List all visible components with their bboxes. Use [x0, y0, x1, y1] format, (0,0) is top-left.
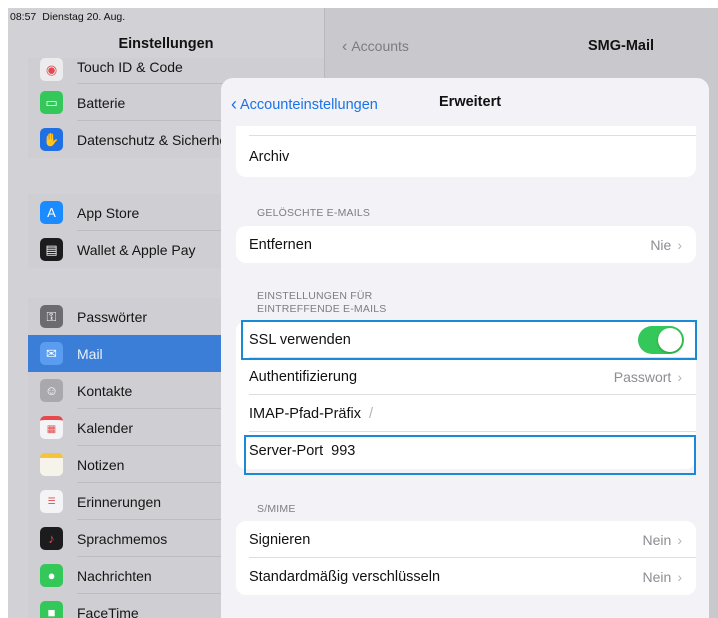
section-header-incoming: EINSTELLUNGEN FÜR EINTREFFENDE E-MAILS	[257, 290, 386, 316]
back-label: Accounts	[351, 38, 409, 54]
sidebar-item-label: Notizen	[77, 456, 125, 473]
sidebar-item-label: Sprachmemos	[77, 530, 168, 547]
status-bar: 08:57 Dienstag 20. Aug.	[8, 8, 718, 28]
incoming-card: SSL verwenden Authentifizierung Passwort…	[236, 321, 696, 469]
server-port-row[interactable]: Server-Port 993	[236, 432, 696, 469]
imap-prefix-field[interactable]: /	[369, 406, 373, 422]
imap-prefix-row[interactable]: IMAP-Pfad-Präfix /	[236, 395, 696, 432]
sidebar-item-label: FaceTime	[77, 604, 139, 618]
status-date: Dienstag 20. Aug.	[42, 11, 126, 23]
chevron-right-icon: ›	[677, 531, 682, 548]
toggle-knob	[658, 328, 682, 352]
deleted-card: Entfernen Nie ›	[236, 226, 696, 263]
server-port-field[interactable]: 993	[331, 443, 355, 459]
key-icon: ⚿	[40, 305, 63, 328]
section-header-smime: S/MIME	[257, 503, 296, 515]
sidebar-item-label: Touch ID & Code	[77, 59, 183, 75]
status-time: 08:57	[10, 11, 37, 23]
ipad-screen: Einstellungen ◉ Touch ID & Code ▭ Batter…	[8, 8, 718, 618]
sidebar-item-label: App Store	[77, 204, 140, 221]
advanced-settings-sheet: ‹ Accounteinstellungen Erweitert Archiv G…	[221, 78, 709, 618]
chevron-right-icon: ›	[677, 236, 682, 253]
contacts-icon: ☺	[40, 379, 63, 402]
server-port-label: Server-Port	[249, 442, 324, 459]
section-header-line: EINTREFFENDE E-MAILS	[257, 303, 387, 315]
mailbox-card: Archiv	[236, 126, 696, 177]
archive-label: Archiv	[249, 148, 290, 165]
calendar-icon: ▦	[40, 416, 63, 439]
detail-title: SMG-Mail	[588, 38, 655, 54]
section-header-deleted: GELÖSCHTE E-MAILS	[257, 207, 371, 219]
sign-label: Signieren	[249, 531, 311, 548]
sidebar-item-label: Mail	[77, 345, 103, 362]
back-label: Accounteinstellungen	[240, 97, 378, 113]
messages-icon: ●	[40, 564, 63, 587]
facetime-icon: ■	[40, 601, 63, 618]
encrypt-label: Standardmäßig verschlüsseln	[249, 568, 441, 585]
sidebar-item-label: Wallet & Apple Pay	[77, 241, 196, 258]
chevron-left-icon: ‹	[231, 94, 237, 114]
divider	[249, 135, 696, 136]
ssl-label: SSL verwenden	[249, 331, 351, 348]
remove-value: Nie	[650, 236, 672, 253]
fingerprint-icon: ◉	[40, 58, 63, 81]
account-settings-back-button[interactable]: ‹ Accounteinstellungen	[231, 94, 378, 115]
hand-icon: ✋	[40, 128, 63, 151]
accounts-back-button[interactable]: ‹ Accounts	[342, 38, 409, 56]
battery-icon: ▭	[40, 91, 63, 114]
section-header-line: EINSTELLUNGEN FÜR	[257, 290, 373, 302]
sidebar-item-label: Passwörter	[77, 308, 148, 325]
sidebar-title: Einstellungen	[118, 36, 214, 52]
sidebar-item-label: Batterie	[77, 94, 126, 111]
notes-icon	[40, 453, 63, 476]
encrypt-value: Nein	[642, 568, 672, 585]
sheet-title: Erweitert	[439, 94, 502, 110]
imap-prefix-label: IMAP-Pfad-Präfix	[249, 405, 361, 422]
list-item	[236, 126, 696, 136]
ssl-toggle[interactable]	[638, 326, 684, 354]
smime-card: Signieren Nein › Standardmäßig verschlüss…	[236, 521, 696, 595]
mail-icon: ✉	[40, 342, 63, 365]
sidebar-item-label: Erinnerungen	[77, 493, 162, 510]
encrypt-row[interactable]: Standardmäßig verschlüsseln Nein ›	[236, 558, 696, 595]
appstore-icon: A	[40, 201, 63, 224]
remove-label: Entfernen	[249, 236, 312, 253]
sidebar-item-label: Datenschutz & Sicherheit	[77, 131, 235, 148]
authentication-row[interactable]: Authentifizierung Passwort ›	[236, 358, 696, 395]
authentication-label: Authentifizierung	[249, 368, 358, 385]
reminders-icon: ☰	[40, 490, 63, 513]
sign-row[interactable]: Signieren Nein ›	[236, 521, 696, 558]
sidebar-item-label: Kalender	[77, 419, 134, 436]
sign-value: Nein	[642, 531, 672, 548]
voice-memo-icon: ♪	[40, 527, 63, 550]
sidebar-item-label: Nachrichten	[77, 567, 152, 584]
remove-row[interactable]: Entfernen Nie ›	[236, 226, 696, 263]
chevron-right-icon: ›	[677, 368, 682, 385]
chevron-right-icon: ›	[677, 568, 682, 585]
chevron-left-icon: ‹	[342, 38, 348, 55]
archive-row[interactable]: Archiv	[236, 138, 696, 175]
wallet-icon: ▤	[40, 238, 63, 261]
ssl-row: SSL verwenden	[236, 321, 696, 358]
authentication-value: Passwort	[613, 368, 672, 385]
sidebar-item-label: Kontakte	[77, 382, 133, 399]
sheet-nav-bar: ‹ Accounteinstellungen Erweitert	[221, 78, 709, 126]
